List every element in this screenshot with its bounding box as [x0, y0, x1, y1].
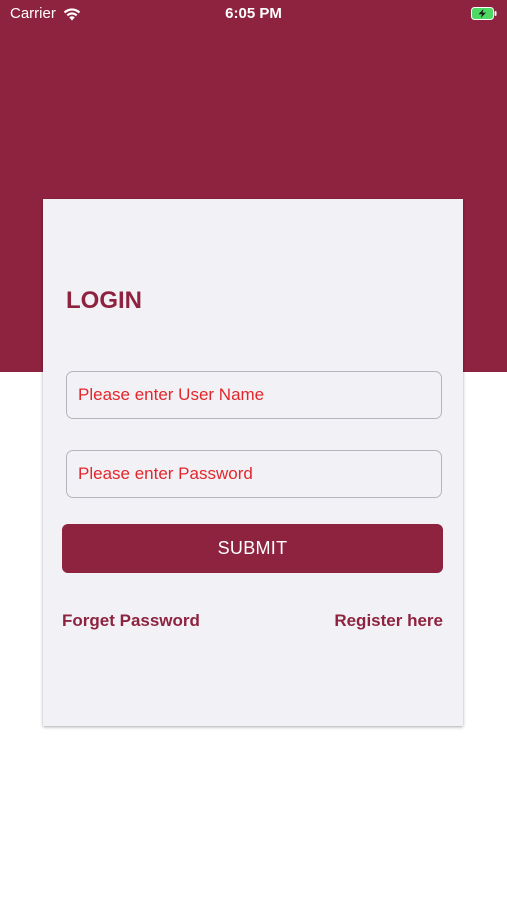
username-input[interactable] [66, 371, 442, 419]
battery-charging-icon [471, 7, 497, 20]
forget-password-link[interactable]: Forget Password [62, 611, 200, 631]
password-input[interactable] [66, 450, 442, 498]
login-title: LOGIN [66, 287, 142, 314]
status-bar: Carrier 6:05 PM [0, 0, 507, 28]
status-time: 6:05 PM [225, 5, 282, 22]
register-link[interactable]: Register here [334, 611, 443, 631]
login-card: LOGIN SUBMIT Forget Password Register he… [43, 199, 463, 726]
submit-button[interactable]: SUBMIT [62, 524, 443, 573]
